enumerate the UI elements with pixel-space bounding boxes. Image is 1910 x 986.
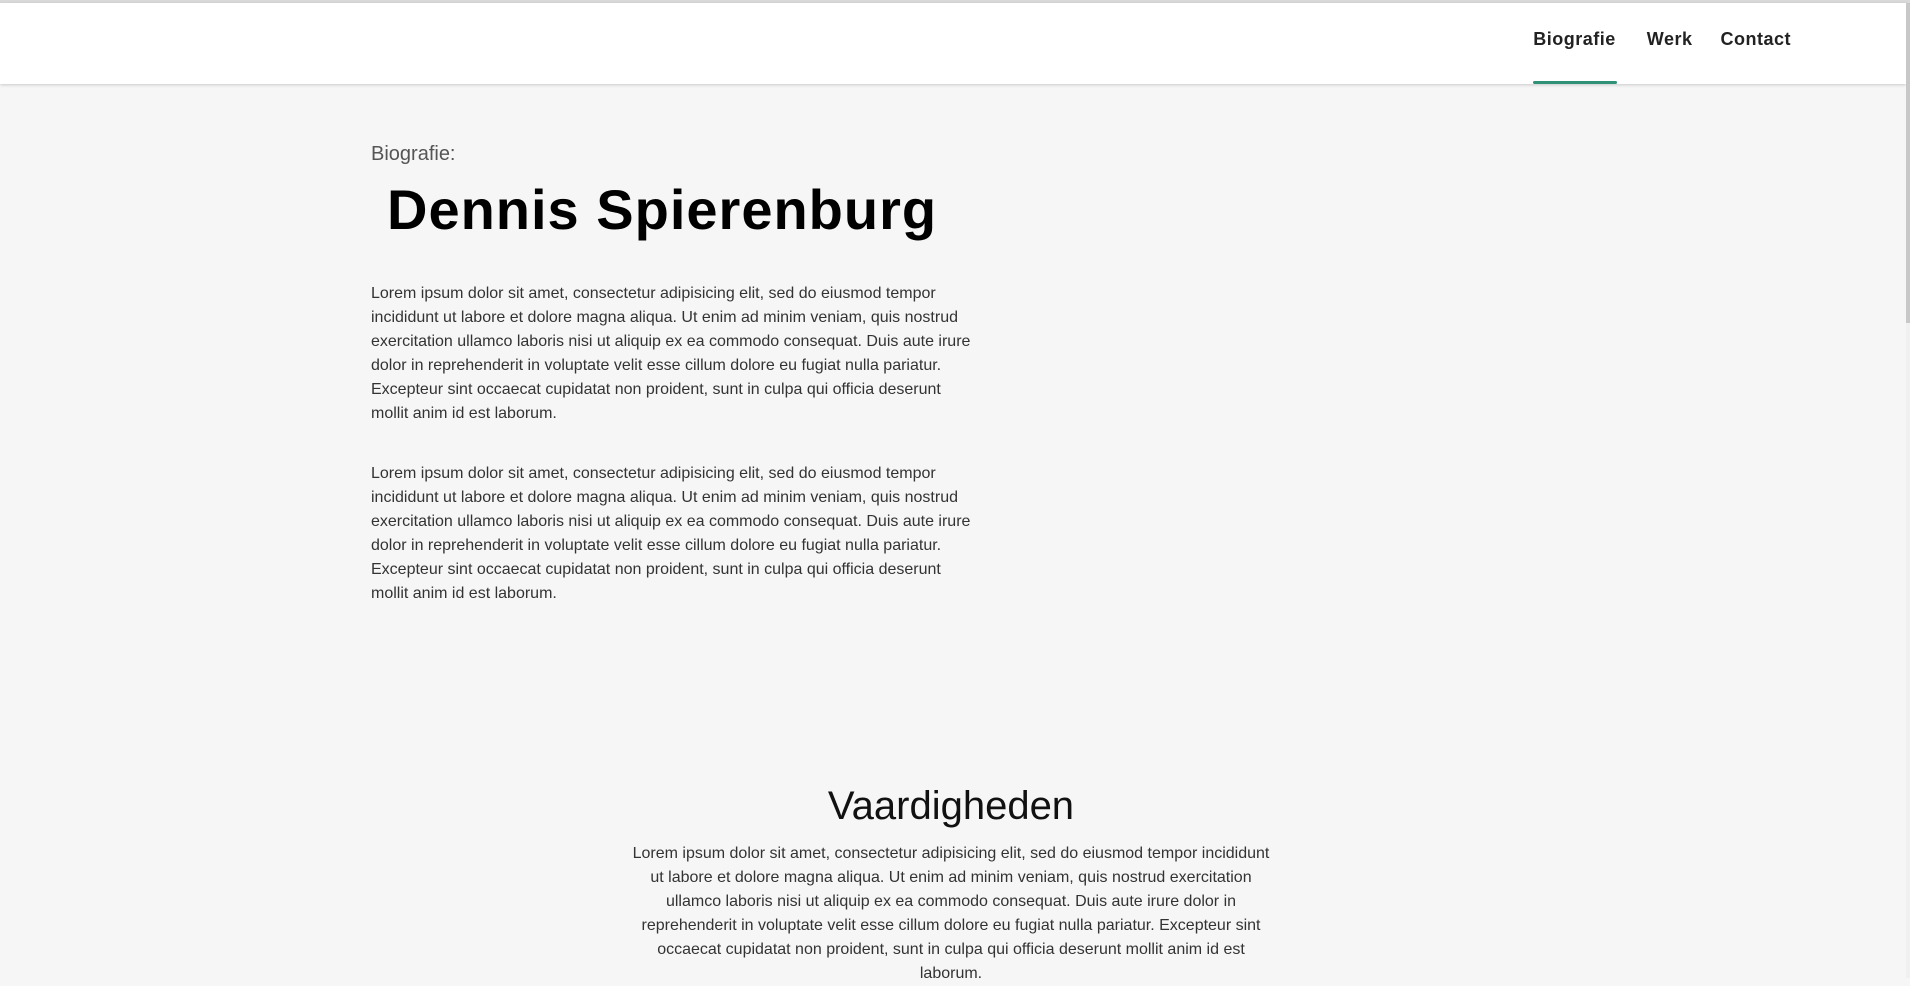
nav-item-contact[interactable]: Contact <box>1707 3 1792 84</box>
site-header: Biografie Werk Contact <box>0 3 1906 84</box>
skills-title: Vaardigheden <box>827 784 1075 828</box>
scrollbar-thumb[interactable] <box>1906 3 1910 323</box>
nav-item-biografie[interactable]: Biografie <box>1533 3 1617 84</box>
section-kicker: Biografie: <box>371 143 456 165</box>
main-nav: Biografie Werk Contact <box>1533 3 1791 84</box>
page-title: Dennis Spierenburg <box>387 178 938 241</box>
skills-section: Vaardigheden Lorem ipsum dolor sit amet,… <box>600 780 1302 986</box>
biography-section: Biografie: Dennis Spierenburg Lorem ipsu… <box>371 142 981 606</box>
nav-item-werk[interactable]: Werk <box>1633 3 1707 84</box>
skills-paragraph: Lorem ipsum dolor sit amet, consectetur … <box>632 845 1270 982</box>
bio-paragraph: Lorem ipsum dolor sit amet, consectetur … <box>371 465 971 602</box>
bio-paragraph: Lorem ipsum dolor sit amet, consectetur … <box>371 285 971 422</box>
